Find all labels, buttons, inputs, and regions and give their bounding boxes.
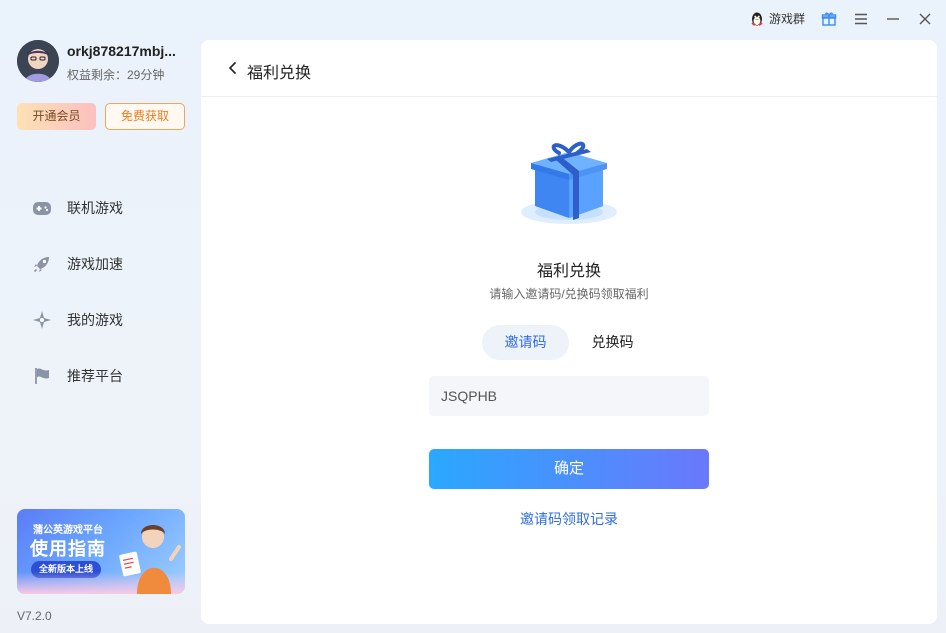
banner-subtitle: 蒲公英游戏平台: [33, 525, 103, 536]
game-group-button[interactable]: 游戏群: [749, 10, 805, 27]
rocket-icon: [32, 254, 52, 274]
invite-record-link[interactable]: 邀请码领取记录: [201, 509, 937, 529]
gift-box-illustration: [517, 136, 621, 232]
close-icon[interactable]: [916, 10, 934, 28]
confirm-button[interactable]: 确定: [429, 449, 709, 489]
code-input[interactable]: [429, 376, 709, 416]
user-guide-banner[interactable]: 蒲公英游戏平台 使用指南 全新版本上线: [17, 509, 185, 594]
sidebar-item-label: 我的游戏: [67, 312, 123, 328]
panel-header: 福利兑换: [201, 40, 937, 97]
main-panel: 福利兑换 福利兑换 请输入邀请码/兑换码领取福利 邀请码 兑换码 确定 邀请码领…: [201, 40, 937, 624]
redeem-title: 福利兑换: [536, 263, 601, 280]
free-get-button[interactable]: 免费获取: [105, 103, 185, 130]
gamepad-icon: [32, 198, 52, 218]
sidebar-item-game-boost[interactable]: 游戏加速: [32, 252, 123, 276]
sidebar-item-my-games[interactable]: 我的游戏: [32, 308, 123, 332]
tab-redeem-code[interactable]: 兑换码: [569, 325, 656, 360]
flag-icon: [32, 366, 52, 386]
game-group-label: 游戏群: [769, 12, 806, 26]
gift-icon[interactable]: [820, 10, 838, 28]
qq-penguin-icon: [749, 11, 765, 27]
tab-invite-code[interactable]: 邀请码: [482, 325, 569, 360]
sidebar-item-recommended-platforms[interactable]: 推荐平台: [32, 364, 123, 388]
back-chevron-icon[interactable]: [228, 59, 242, 77]
sidebar: orkj878217mbj... 权益剩余：29分钟 开通会员 免费获取 联机游…: [0, 0, 201, 633]
app-version: V7.2.0: [17, 609, 52, 623]
sidebar-item-label: 游戏加速: [67, 256, 123, 272]
page-title: 福利兑换: [247, 65, 312, 82]
sidebar-item-label: 联机游戏: [67, 200, 123, 216]
sidebar-item-label: 推荐平台: [67, 368, 123, 384]
username: orkj878217mbj...: [67, 43, 176, 59]
avatar[interactable]: [17, 40, 59, 82]
banner-character-illustration: [119, 525, 181, 594]
redeem-subtitle: 请输入邀请码/兑换码领取福利: [489, 287, 649, 301]
menu-icon[interactable]: [852, 10, 870, 28]
minimize-icon[interactable]: [884, 10, 902, 28]
sidebar-item-online-games[interactable]: 联机游戏: [32, 196, 123, 220]
sparkle-icon: [32, 310, 52, 330]
banner-title: 使用指南: [30, 539, 106, 559]
quota-remaining: 权益剩余：29分钟: [67, 68, 165, 82]
vip-button[interactable]: 开通会员: [17, 103, 96, 130]
